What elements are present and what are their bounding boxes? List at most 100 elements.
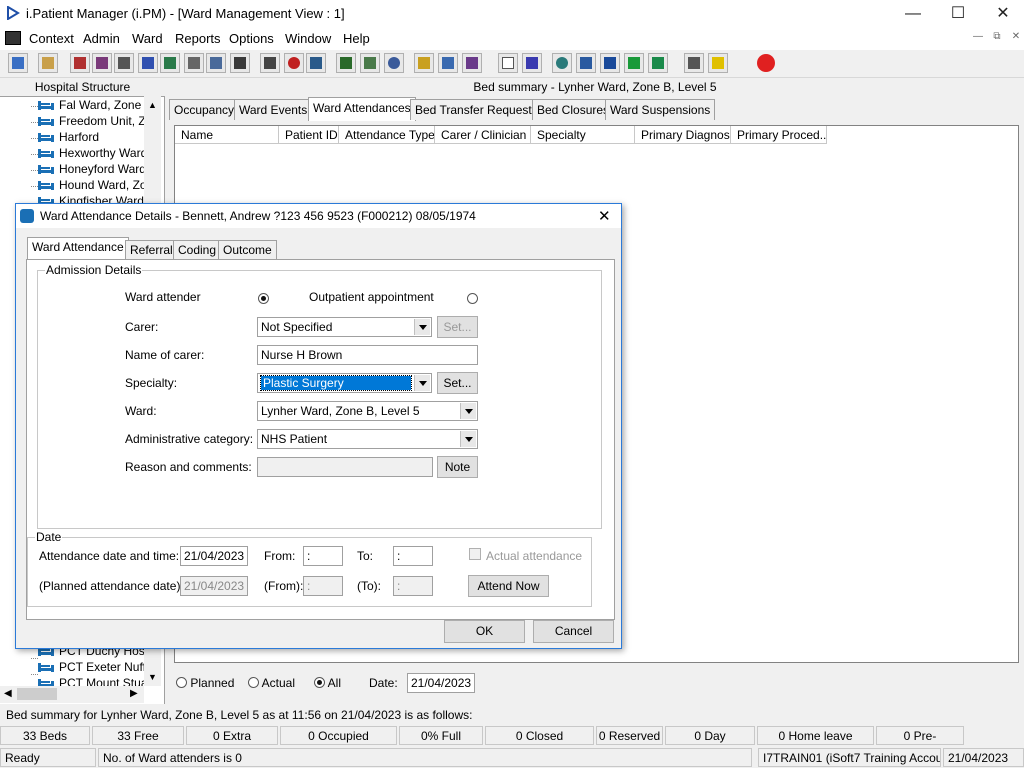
- globe-icon[interactable]: [384, 53, 404, 73]
- tab-occupancy[interactable]: Occupancy: [169, 99, 240, 120]
- menu-options[interactable]: Options: [229, 31, 274, 46]
- menu-reports[interactable]: Reports: [175, 31, 221, 46]
- reason-field[interactable]: [257, 457, 433, 477]
- tree-item[interactable]: Kingfisher Ward: [38, 194, 144, 203]
- menu-context[interactable]: Context: [29, 31, 74, 46]
- tree-item[interactable]: PCT Mount Stuar: [38, 676, 144, 686]
- admin-category-select[interactable]: NHS Patient: [257, 429, 478, 449]
- ambulance-icon[interactable]: [462, 53, 482, 73]
- mdi-minimize-button[interactable]: —: [970, 31, 986, 45]
- filter-all[interactable]: All: [314, 676, 341, 690]
- close-dialog-icon[interactable]: ✕: [598, 207, 611, 225]
- planned-to-field[interactable]: :: [393, 576, 433, 596]
- car-icon[interactable]: [438, 53, 458, 73]
- attend-now-button[interactable]: Attend Now: [468, 575, 549, 597]
- planned-date-field[interactable]: 21/04/2023: [180, 576, 248, 596]
- mdi-restore-button[interactable]: ⧉: [989, 31, 1005, 45]
- scroll-down-icon[interactable]: ▼: [148, 672, 157, 682]
- ward-attender-radio[interactable]: [258, 292, 269, 306]
- column-header-carer[interactable]: Carer / Clinician: [435, 126, 531, 144]
- patient-tree-icon[interactable]: [8, 53, 28, 73]
- dtab-referral[interactable]: Referral: [125, 240, 178, 260]
- tree-item[interactable]: Hound Ward, Zo: [38, 178, 144, 194]
- maximize-button[interactable]: ☐: [935, 0, 981, 28]
- tree-item[interactable]: PCT Exeter Nuffie: [38, 660, 144, 676]
- specialty-set-button[interactable]: Set...: [437, 372, 478, 394]
- check-list-icon[interactable]: [576, 53, 596, 73]
- attendance-date-field[interactable]: 21/04/2023: [180, 546, 248, 566]
- tree-item[interactable]: Harford: [38, 130, 144, 146]
- tree-item[interactable]: Honeyford Ward,: [38, 162, 144, 178]
- transfer-icon[interactable]: [230, 53, 250, 73]
- tree-item[interactable]: Fal Ward, Zone E: [38, 98, 144, 114]
- close-window-button[interactable]: ✕: [980, 0, 1024, 28]
- specialty-select[interactable]: Plastic Surgery: [257, 373, 432, 393]
- menu-admin[interactable]: Admin: [83, 31, 120, 46]
- page-icon[interactable]: [498, 53, 518, 73]
- ok-button[interactable]: OK: [444, 620, 525, 643]
- cut-icon[interactable]: [260, 53, 280, 73]
- screen-icon[interactable]: [306, 53, 326, 73]
- swap-icon[interactable]: [684, 53, 704, 73]
- filter-planned[interactable]: Planned: [176, 676, 234, 690]
- tree-item[interactable]: Hexworthy Ward,: [38, 146, 144, 162]
- notes-icon[interactable]: [70, 53, 90, 73]
- letter-icon[interactable]: [360, 53, 380, 73]
- exit-icon[interactable]: [756, 53, 776, 73]
- minimize-button[interactable]: —: [890, 0, 936, 28]
- dtab-coding[interactable]: Coding: [173, 240, 222, 260]
- bed-icon[interactable]: [206, 53, 226, 73]
- green-arrow-icon[interactable]: [624, 53, 644, 73]
- actual-attendance-checkbox[interactable]: [469, 548, 481, 560]
- form-icon[interactable]: [114, 53, 134, 73]
- column-header-name[interactable]: Name: [175, 126, 279, 144]
- tab-ward-events[interactable]: Ward Events: [234, 99, 313, 120]
- tab-bed-transfer-requests[interactable]: Bed Transfer Requests: [410, 99, 543, 120]
- scroll-right-icon[interactable]: ▶: [130, 688, 138, 699]
- outpatient-radio[interactable]: [467, 292, 478, 306]
- filter-actual[interactable]: Actual: [248, 676, 295, 690]
- dtab-outcome[interactable]: Outcome: [218, 240, 277, 260]
- tab-ward-attendances[interactable]: Ward Attendances: [308, 97, 416, 121]
- filter-date-field[interactable]: 21/04/2023: [407, 673, 475, 693]
- cancel-button[interactable]: Cancel: [533, 620, 614, 643]
- bar-chart-icon[interactable]: [522, 53, 542, 73]
- tree-horizontal-scrollbar[interactable]: ◀ ▶: [0, 686, 144, 703]
- from-time-field[interactable]: :: [303, 546, 343, 566]
- tab-ward-suspensions[interactable]: Ward Suspensions: [605, 99, 716, 120]
- scroll-left-icon[interactable]: ◀: [4, 688, 12, 699]
- menu-help[interactable]: Help: [343, 31, 370, 46]
- record-icon[interactable]: [92, 53, 112, 73]
- document-icon[interactable]: [5, 31, 21, 45]
- column-header-specialty[interactable]: Specialty: [531, 126, 635, 144]
- mdi-close-button[interactable]: ✕: [1008, 31, 1024, 45]
- warning-icon[interactable]: [708, 53, 728, 73]
- edit-icon[interactable]: [184, 53, 204, 73]
- ward-select[interactable]: Lynher Ward, Zone B, Level 5: [257, 401, 478, 421]
- planned-from-field[interactable]: :: [303, 576, 343, 596]
- chart-icon[interactable]: [336, 53, 356, 73]
- carer-select[interactable]: Not Specified: [257, 317, 432, 337]
- search-icon[interactable]: [552, 53, 572, 73]
- menu-ward[interactable]: Ward: [132, 31, 163, 46]
- column-header-primary-procedure[interactable]: Primary Proced...: [731, 126, 827, 144]
- carer-set-button[interactable]: Set...: [437, 316, 478, 338]
- scroll-up-icon[interactable]: ▲: [148, 100, 157, 110]
- note-button[interactable]: Note: [437, 456, 478, 478]
- menu-window[interactable]: Window: [285, 31, 331, 46]
- column-header-patient-id[interactable]: Patient ID: [279, 126, 339, 144]
- tab-bed-closures[interactable]: Bed Closures: [532, 99, 615, 120]
- dtab-ward-attendance[interactable]: Ward Attendance: [27, 237, 129, 261]
- tree-item[interactable]: Freedom Unit, Zo: [38, 114, 144, 130]
- column-header-attendance-type[interactable]: Attendance Type: [339, 126, 435, 144]
- clock-icon[interactable]: [284, 53, 304, 73]
- name-of-carer-field[interactable]: Nurse H Brown: [257, 345, 478, 365]
- column-header-primary-diagnosis[interactable]: Primary Diagnosis: [635, 126, 731, 144]
- list-icon[interactable]: [414, 53, 434, 73]
- person-icon[interactable]: [160, 53, 180, 73]
- m-icon[interactable]: [138, 53, 158, 73]
- to-time-field[interactable]: :: [393, 546, 433, 566]
- tick-icon[interactable]: [600, 53, 620, 73]
- refresh-icon[interactable]: [648, 53, 668, 73]
- scroll-thumb[interactable]: [17, 688, 57, 700]
